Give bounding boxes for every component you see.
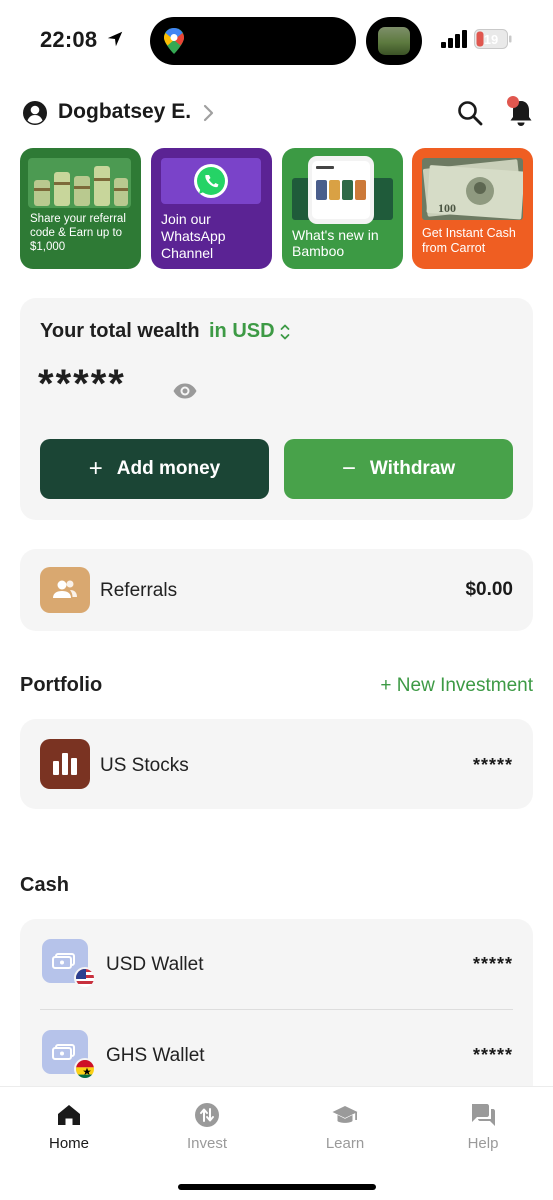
cash-title: Cash [20, 874, 69, 896]
tab-help-label: Help [467, 1135, 499, 1152]
us-stocks-row[interactable]: US Stocks ***** [20, 719, 533, 809]
chat-bubbles-icon [472, 1104, 495, 1126]
tab-invest[interactable]: Invest [157, 1101, 257, 1161]
usd-wallet-row[interactable]: USD Wallet ***** [20, 919, 533, 1009]
plus-icon: + [88, 455, 103, 482]
promo-carrot-line1: Get Instant Cash [422, 226, 516, 240]
add-money-label: Add money [116, 458, 221, 479]
chevron-up-down-icon[interactable] [279, 323, 291, 341]
referrals-row[interactable]: Referrals $0.00 [20, 549, 533, 631]
wealth-label: Your total wealth [40, 320, 200, 342]
promo-referral-card[interactable]: Share your referral code & Earn up to $1… [20, 148, 141, 269]
phone-illustration [292, 156, 393, 224]
ghana-flag-icon [74, 1058, 96, 1080]
location-arrow-icon [107, 31, 123, 47]
graduation-cap-icon [332, 1106, 358, 1123]
promo-whatsapp-line2: WhatsApp [161, 228, 226, 244]
status-time: 22:08 [40, 27, 98, 52]
tab-learn[interactable]: Learn [295, 1101, 395, 1161]
invest-arrows-icon [195, 1103, 219, 1127]
ghs-wallet-label: GHS Wallet [106, 1045, 205, 1066]
minus-icon: − [341, 455, 356, 482]
us-flag-icon [74, 967, 96, 989]
tab-learn-label: Learn [325, 1135, 365, 1152]
add-money-button[interactable]: + Add money [40, 439, 269, 499]
new-investment-link[interactable]: + New Investment [380, 675, 533, 697]
home-indicator [178, 1184, 376, 1190]
chevron-right-icon[interactable] [202, 104, 214, 122]
tab-home-label: Home [48, 1135, 89, 1152]
people-icon [40, 567, 90, 613]
top-header: Dogbatsey E. [20, 96, 533, 132]
svg-text:100: 100 [438, 201, 456, 215]
status-bar: 22:08 19 [0, 0, 553, 82]
bottom-navigation: Home Invest Learn Help [0, 1086, 553, 1200]
user-icon[interactable] [22, 100, 48, 126]
activity-thumbnail [378, 27, 410, 55]
referrals-label: Referrals [100, 580, 178, 601]
battery-icon: 19 [474, 29, 512, 49]
withdraw-label: Withdraw [369, 458, 456, 479]
notification-dot [507, 96, 519, 108]
promo-carrot-card[interactable]: 100 Get Instant Cash from Carrot [412, 148, 533, 269]
promo-whatsapp-line1: Join our [161, 211, 211, 227]
home-icon [58, 1105, 80, 1125]
dynamic-island [150, 17, 356, 65]
whatsapp-icon [161, 158, 261, 204]
dynamic-island-activity [366, 17, 422, 65]
bar-chart-icon [40, 739, 90, 789]
usd-wallet-value: ***** [472, 954, 513, 974]
referrals-amount: $0.00 [465, 579, 513, 600]
promo-carrot-line2: from Carrot [422, 241, 486, 255]
promo-whatsapp-card[interactable]: Join our WhatsApp Channel [151, 148, 272, 269]
promo-bamboo-card[interactable]: What's new in Bamboo [282, 148, 403, 269]
us-stocks-label: US Stocks [100, 755, 189, 776]
promo-whatsapp-line3: Channel [161, 245, 214, 261]
money-rolls-illustration [28, 158, 131, 208]
profile-name[interactable]: Dogbatsey E. [58, 100, 191, 124]
wealth-value-masked: ***** [38, 362, 126, 406]
signal-icon [441, 30, 467, 48]
cash-card: USD Wallet ***** GHS Wallet ***** [20, 919, 533, 1109]
promo-bamboo-line2: Bamboo [292, 243, 345, 259]
withdraw-button[interactable]: − Withdraw [284, 439, 513, 499]
tab-home[interactable]: Home [19, 1101, 119, 1161]
promo-bamboo-line1: What's new in [292, 227, 379, 243]
us-stocks-value: ***** [472, 755, 513, 775]
promo-carousel: Share your referral code & Earn up to $1… [20, 148, 533, 270]
promo-referral-line3: $1,000 [30, 241, 66, 253]
battery-level: 19 [484, 32, 498, 47]
promo-referral-line1: Share your referral [30, 213, 126, 225]
tab-help[interactable]: Help [433, 1101, 533, 1161]
wealth-card: Your total wealth in USD ***** + Add mon… [20, 298, 533, 520]
eye-icon[interactable] [172, 380, 198, 402]
currency-selector[interactable]: in USD [209, 320, 275, 343]
ghs-wallet-value: ***** [472, 1045, 513, 1065]
usd-wallet-label: USD Wallet [106, 954, 204, 975]
promo-referral-line2: code & Earn up to [30, 227, 123, 239]
portfolio-title: Portfolio [20, 674, 103, 696]
maps-pin-icon [164, 28, 184, 54]
dollar-bills-illustration: 100 [422, 158, 523, 220]
tab-invest-label: Invest [186, 1135, 228, 1152]
search-icon[interactable] [456, 99, 484, 127]
